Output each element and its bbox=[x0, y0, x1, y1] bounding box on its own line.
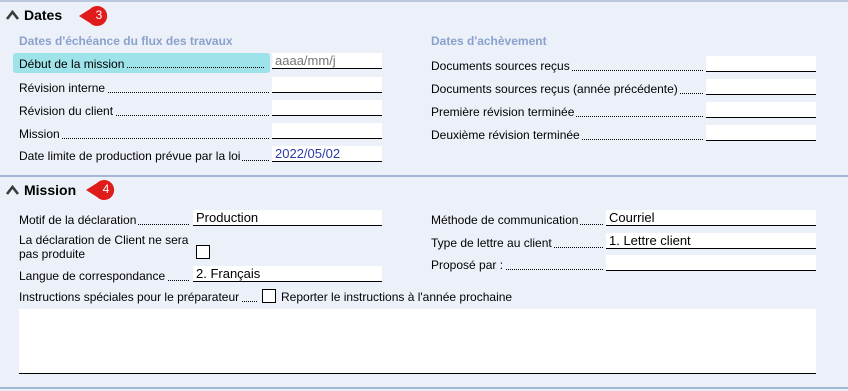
section-divider bbox=[0, 175, 848, 177]
revision-interne-label: Révision interne bbox=[19, 81, 108, 95]
section-divider bbox=[0, 387, 848, 389]
propose-label: Proposé par : bbox=[431, 258, 506, 272]
dates-section-header[interactable]: Dates bbox=[5, 7, 62, 23]
premiere-revision-input[interactable] bbox=[706, 102, 816, 118]
step-badge-4: 4 bbox=[86, 178, 120, 202]
date-limite-label: Date limite de production prévue par la … bbox=[19, 149, 243, 163]
date-limite-input[interactable]: 2022/05/02 bbox=[272, 146, 382, 162]
langue-label: Langue de correspondance bbox=[19, 269, 168, 283]
mission-section-header[interactable]: Mission bbox=[5, 182, 76, 198]
dates-section-title: Dates bbox=[24, 7, 63, 23]
workflow-dates-heading: Dates d'échéance du flux des travaux bbox=[19, 34, 233, 48]
docs-recus-prev-input[interactable] bbox=[706, 79, 816, 95]
docs-recus-prev-label: Documents sources reçus (année précédent… bbox=[431, 82, 680, 96]
chevron-up-icon[interactable] bbox=[5, 184, 20, 196]
docs-recus-input[interactable] bbox=[706, 56, 816, 72]
deuxieme-revision-input[interactable] bbox=[706, 125, 816, 141]
debut-mission-label: Début de la mission bbox=[19, 57, 127, 71]
type-lettre-label: Type de lettre au client bbox=[431, 236, 554, 250]
docs-recus-label: Documents sources reçus bbox=[431, 59, 572, 73]
mission-date-input[interactable] bbox=[272, 123, 382, 139]
deuxieme-revision-label: Deuxième révision terminée bbox=[431, 128, 582, 142]
methode-select[interactable]: Courriel bbox=[606, 210, 816, 226]
instructions-label: Instructions spéciales pour le préparate… bbox=[19, 290, 242, 304]
premiere-revision-label: Première révision terminée bbox=[431, 105, 577, 119]
step-badge-3: 3 bbox=[79, 4, 113, 28]
reporter-checkbox[interactable] bbox=[262, 289, 276, 303]
non-produite-label-line2: pas produite bbox=[19, 247, 88, 261]
reporter-label: Reporter le instructions à l'année proch… bbox=[281, 290, 513, 304]
motif-select[interactable]: Production bbox=[193, 210, 382, 226]
langue-select[interactable]: 2. Français bbox=[193, 266, 382, 282]
debut-mission-input[interactable] bbox=[272, 53, 382, 69]
non-produite-label-line1: La déclaration de Client ne sera bbox=[19, 233, 191, 247]
motif-label: Motif de la déclaration bbox=[19, 213, 139, 227]
mission-section-title: Mission bbox=[24, 182, 77, 198]
non-produite-checkbox[interactable] bbox=[196, 245, 210, 259]
completion-dates-heading: Dates d'achèvement bbox=[431, 34, 547, 48]
type-lettre-select[interactable]: 1. Lettre client bbox=[606, 233, 816, 249]
instructions-textarea[interactable] bbox=[19, 309, 816, 374]
methode-label: Méthode de communication bbox=[431, 213, 581, 227]
propose-input[interactable] bbox=[606, 255, 816, 271]
top-border bbox=[0, 0, 848, 2]
revision-interne-input[interactable] bbox=[272, 77, 382, 93]
mission-date-label: Mission bbox=[19, 127, 62, 141]
revision-client-input[interactable] bbox=[272, 100, 382, 116]
revision-client-label: Révision du client bbox=[19, 104, 116, 118]
chevron-up-icon[interactable] bbox=[5, 9, 20, 21]
